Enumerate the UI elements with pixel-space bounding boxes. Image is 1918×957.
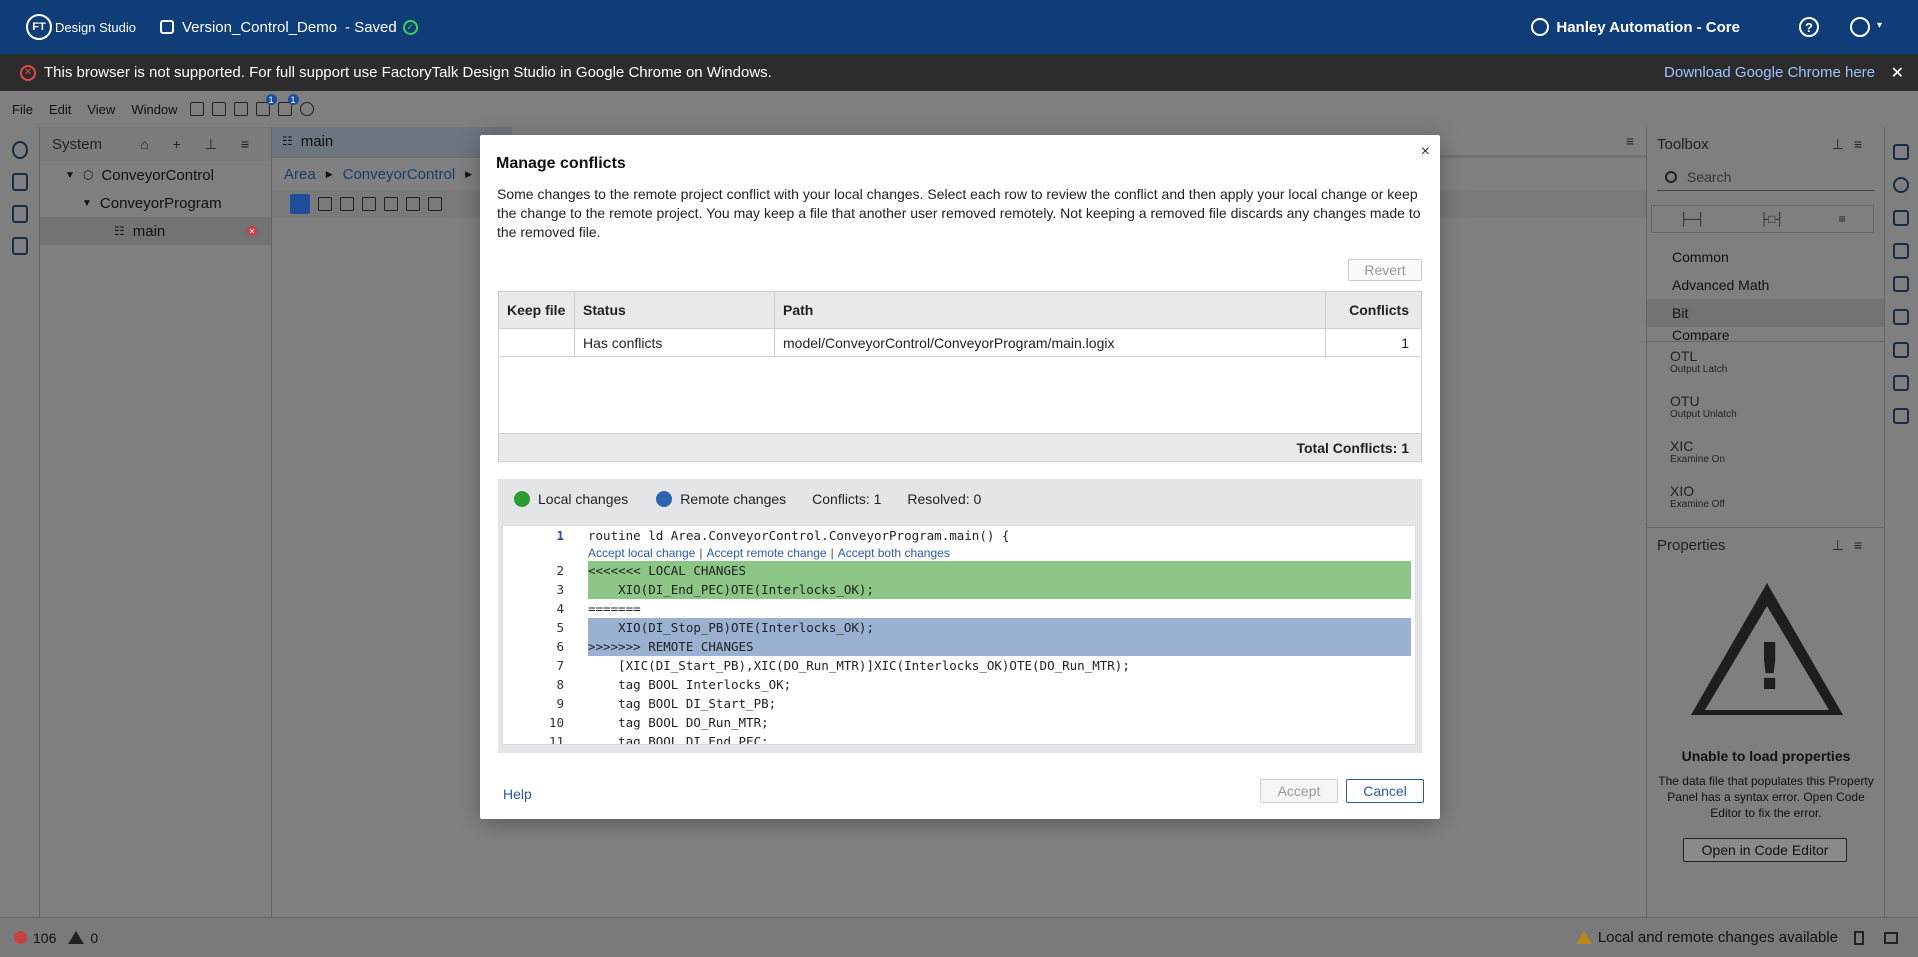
code-line: 8 tag BOOL Interlocks_OK; [503,675,1415,694]
code-line-local: 3 XIO(DI_End_PEC)OTE(Interlocks_OK); [503,580,1415,599]
line-text: >>>>>>> REMOTE CHANGES [588,637,1411,656]
status-cell: Has conflicts [575,329,775,356]
table-header: Keep file Status Path Conflicts [499,292,1421,329]
conflicts-count: Conflicts: 1 [812,491,882,507]
code-line: 9 tag BOOL DI_Start_PB; [503,694,1415,713]
accept-remote-change-link[interactable]: Accept remote change [707,546,827,560]
manage-conflicts-dialog: Manage conflicts × Some changes to the r… [480,135,1440,819]
code-line-remote: 6 >>>>>>> REMOTE CHANGES [503,637,1415,656]
accept-button[interactable]: Accept [1260,779,1338,803]
code-line-remote: 5 XIO(DI_Stop_PB)OTE(Interlocks_OK); [503,618,1415,637]
cancel-button[interactable]: Cancel [1346,779,1424,803]
conflict-actions: Accept local change | Accept remote chan… [503,545,1415,561]
line-number: 10 [548,715,564,730]
line-number: 7 [556,658,564,673]
remote-changes-dot-icon [656,491,673,507]
close-icon[interactable]: × [1421,143,1430,161]
diff-legend: Local changes Remote changes Conflicts: … [498,479,1422,519]
line-text: tag BOOL DO_Run_MTR; [588,715,769,730]
line-text: <<<<<<< LOCAL CHANGES [588,561,1411,580]
line-text: tag BOOL DI_Start_PB; [588,696,777,711]
line-number: 5 [556,620,564,635]
column-path[interactable]: Path [775,292,1326,328]
line-text: tag BOOL DI_End_PEC; [588,734,769,745]
code-line: 1 routine ld Area.ConveyorControl.Convey… [503,526,1415,545]
total-conflicts: Total Conflicts: 1 [499,433,1421,461]
keep-file-cell[interactable] [499,329,575,356]
local-changes-label: Local changes [538,491,629,507]
line-text: [XIC(DI_Start_PB),XIC(DO_Run_MTR)]XIC(In… [588,658,1130,673]
resolved-count: Resolved: 0 [907,491,982,507]
line-text: ======= [588,601,641,616]
dialog-title: Manage conflicts [496,155,626,172]
separator: | [830,546,834,560]
line-text: XIO(DI_Stop_PB)OTE(Interlocks_OK); [588,618,1411,637]
accept-both-changes-link[interactable]: Accept both changes [838,546,950,560]
path-cell: model/ConveyorControl/ConveyorProgram/ma… [775,329,1326,356]
line-number: 11 [548,734,564,745]
line-number: 1 [556,528,564,543]
code-line: 7 [XIC(DI_Start_PB),XIC(DO_Run_MTR)]XIC(… [503,656,1415,675]
line-text: tag BOOL Interlocks_OK; [588,677,792,692]
column-keep-file[interactable]: Keep file [499,292,575,328]
code-editor[interactable]: 1 routine ld Area.ConveyorControl.Convey… [502,525,1416,745]
conflicts-cell: 1 [1401,334,1409,351]
table-empty-area [499,357,1421,433]
line-number: 4 [556,601,564,616]
line-text: routine ld Area.ConveyorControl.Conveyor… [588,528,1010,543]
code-line-local: 2 <<<<<<< LOCAL CHANGES [503,561,1415,580]
line-number: 6 [556,639,564,654]
revert-button[interactable]: Revert [1348,259,1422,281]
table-row[interactable]: Has conflicts model/ConveyorControl/Conv… [499,329,1421,357]
accept-local-change-link[interactable]: Accept local change [588,546,695,560]
column-status[interactable]: Status [575,292,775,328]
code-line: 10 tag BOOL DO_Run_MTR; [503,713,1415,732]
line-number: 8 [556,677,564,692]
help-link[interactable]: Help [503,786,532,802]
code-line: 11 tag BOOL DI_End_PEC; [503,732,1415,745]
conflicts-table: Keep file Status Path Conflicts Has conf… [498,291,1422,462]
dialog-description: Some changes to the remote project confl… [497,186,1421,240]
code-line: 4 ======= [503,599,1415,618]
column-conflicts[interactable]: Conflicts [1326,292,1421,328]
line-text: XIO(DI_End_PEC)OTE(Interlocks_OK); [588,580,1411,599]
line-number: 2 [556,563,564,578]
line-number: 3 [556,582,564,597]
local-changes-dot-icon [514,491,530,507]
separator: | [699,546,703,560]
diff-viewer: Local changes Remote changes Conflicts: … [498,479,1422,753]
remote-changes-label: Remote changes [680,491,787,507]
line-number: 9 [556,696,564,711]
